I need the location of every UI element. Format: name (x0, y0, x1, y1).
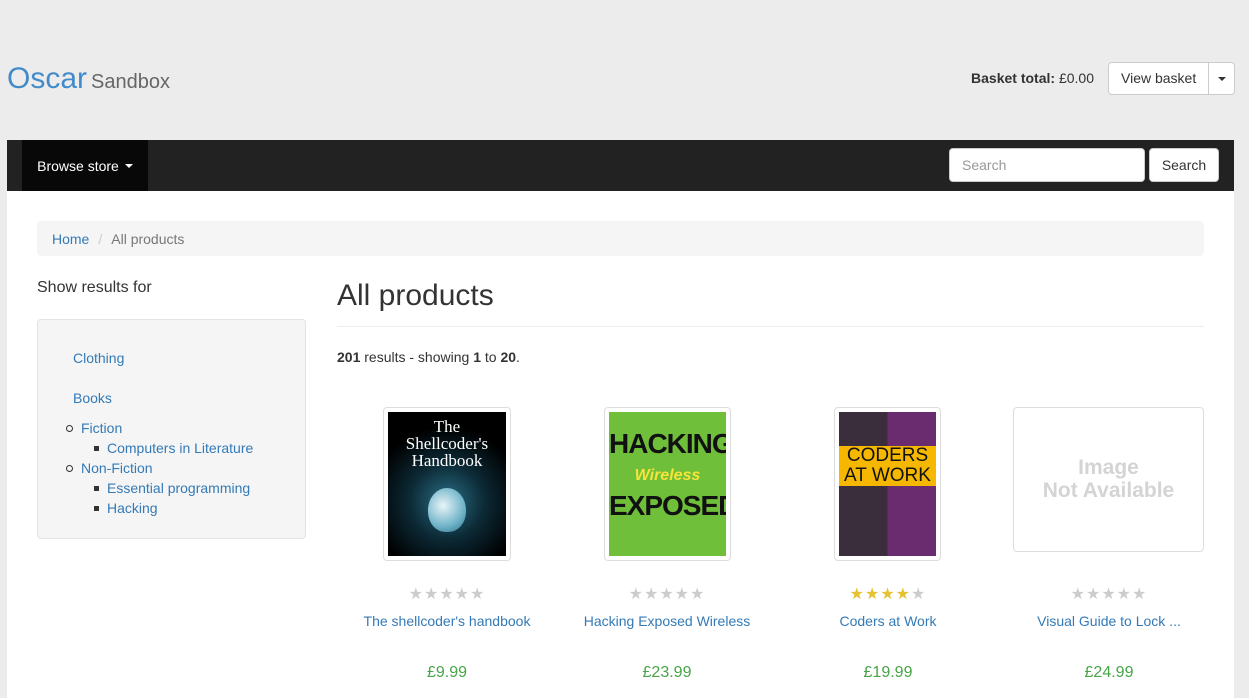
category-clothing[interactable]: Clothing (73, 350, 124, 366)
rating-stars: ★★★★★ (337, 584, 557, 604)
basket-dropdown-toggle[interactable] (1209, 62, 1236, 95)
sidebar-title: Show results for (37, 279, 152, 296)
view-basket-button[interactable]: View basket (1108, 62, 1210, 95)
book-cover-image: CODERS AT WORK (839, 412, 936, 556)
category-books[interactable]: Books (73, 390, 112, 406)
rating-stars: ★★★★★ (778, 584, 998, 604)
results-end: . (516, 349, 520, 365)
breadcrumb-home-link[interactable]: Home (52, 231, 89, 247)
category-computers-in-literature-item: Computers in Literature (94, 440, 253, 456)
results-to: 20 (500, 349, 517, 365)
category-fiction-item: Fiction (66, 420, 122, 436)
star-empty-icon: ★ (470, 586, 486, 603)
browse-store-label: Browse store (37, 157, 119, 174)
category-sidebar: Clothing Books Fiction Computers in Lite… (37, 319, 306, 539)
star-filled-icon: ★ (895, 586, 912, 603)
star-empty-icon: ★ (643, 586, 660, 603)
list-bullet (94, 505, 99, 511)
brand-main: Oscar (7, 62, 88, 95)
star-empty-icon: ★ (439, 586, 455, 603)
results-summary: 201 results - showing 1 to 20. (337, 349, 520, 365)
rating-stars: ★★★★★ (999, 584, 1219, 604)
star-filled-icon: ★ (880, 586, 896, 603)
product-image[interactable]: The Shellcoder's Handbook (383, 407, 511, 561)
star-empty-icon: ★ (423, 586, 440, 603)
product-image[interactable]: HACKING Wireless EXPOSED (604, 407, 731, 561)
cover-title: The Shellcoder's Handbook (405, 417, 489, 470)
browse-store-dropdown[interactable]: Browse store (22, 140, 148, 191)
star-empty-icon: ★ (690, 586, 706, 603)
basket-total-label: Basket total: (971, 70, 1056, 86)
category-hacking-item: Hacking (94, 500, 158, 516)
breadcrumb-current: All products (111, 230, 185, 247)
star-empty-icon: ★ (674, 586, 691, 603)
category-non-fiction[interactable]: Non-Fiction (81, 460, 153, 476)
breadcrumb-separator: / (98, 230, 103, 247)
product-title[interactable]: Coders at Work (778, 613, 998, 629)
star-empty-icon: ★ (911, 586, 927, 603)
egg-illustration (428, 488, 466, 532)
page-title: All products (337, 279, 494, 312)
star-empty-icon: ★ (628, 586, 644, 603)
star-empty-icon: ★ (1116, 586, 1133, 603)
book-cover-image: HACKING Wireless EXPOSED (609, 412, 726, 556)
category-non-fiction-item: Non-Fiction (66, 460, 153, 476)
cover-title-top: HACKING (609, 428, 726, 459)
star-empty-icon: ★ (1070, 586, 1086, 603)
category-essential-programming-item: Essential programming (94, 480, 250, 496)
category-fiction[interactable]: Fiction (81, 420, 122, 436)
search-button[interactable]: Search (1149, 148, 1219, 182)
cover-badge: Wireless (634, 467, 701, 484)
caret-down-icon (124, 163, 133, 168)
star-filled-icon: ★ (864, 586, 881, 603)
basket-total-value: £0.00 (1058, 70, 1094, 86)
product-title[interactable]: Visual Guide to Lock ... (999, 613, 1219, 629)
main-navbar: Browse store Search (7, 140, 1234, 191)
star-empty-icon: ★ (408, 586, 424, 603)
category-computers-in-literature[interactable]: Computers in Literature (107, 440, 253, 456)
list-bullet (94, 445, 99, 451)
search-input[interactable] (949, 148, 1145, 182)
list-bullet (66, 464, 73, 472)
cover-title-top: CODERS (846, 445, 929, 466)
caret-down-icon (1217, 76, 1226, 81)
cover-band: CODERS AT WORK (839, 446, 936, 486)
category-hacking[interactable]: Hacking (107, 500, 158, 516)
results-text: results - showing (360, 349, 474, 365)
list-bullet (94, 485, 99, 491)
product-price: £24.99 (1084, 664, 1134, 681)
placeholder-line-2: Not Available (1042, 478, 1175, 502)
product-price: £23.99 (642, 664, 692, 681)
rating-stars: ★★★★★ (557, 584, 777, 604)
results-from: 1 (473, 349, 481, 365)
product-title[interactable]: The shellcoder's handbook (337, 613, 557, 629)
brand-sub: Sandbox (91, 71, 170, 93)
brand-logo[interactable]: Oscar Sandbox (7, 62, 170, 96)
star-empty-icon: ★ (1132, 586, 1148, 603)
basket-total: Basket total: £0.00 (971, 70, 1094, 86)
star-filled-icon: ★ (849, 586, 865, 603)
placeholder-line-1: Image (1078, 456, 1139, 480)
star-empty-icon: ★ (454, 586, 471, 603)
list-bullet (66, 424, 73, 432)
product-image[interactable]: CODERS AT WORK (834, 407, 941, 561)
star-empty-icon: ★ (1101, 586, 1117, 603)
product-price: £19.99 (863, 664, 913, 681)
cover-title-bottom: EXPOSED (609, 490, 726, 521)
book-cover-image: The Shellcoder's Handbook (388, 412, 506, 556)
star-empty-icon: ★ (659, 586, 675, 603)
results-to-text: to (480, 349, 501, 365)
title-divider (337, 326, 1204, 327)
star-empty-icon: ★ (1085, 586, 1102, 603)
product-price: £9.99 (426, 664, 468, 681)
page-content: Home / All products Show results for Clo… (7, 191, 1234, 698)
basket-button-group: View basket (1108, 62, 1236, 95)
breadcrumb: Home / All products (37, 221, 1204, 256)
product-title[interactable]: Hacking Exposed Wireless (557, 613, 777, 629)
category-essential-programming[interactable]: Essential programming (107, 480, 250, 496)
product-image[interactable]: Image Not Available (1013, 407, 1204, 552)
cover-title-bottom: AT WORK (844, 465, 931, 486)
results-count: 201 (337, 349, 361, 365)
image-placeholder: Image Not Available (1018, 412, 1199, 547)
